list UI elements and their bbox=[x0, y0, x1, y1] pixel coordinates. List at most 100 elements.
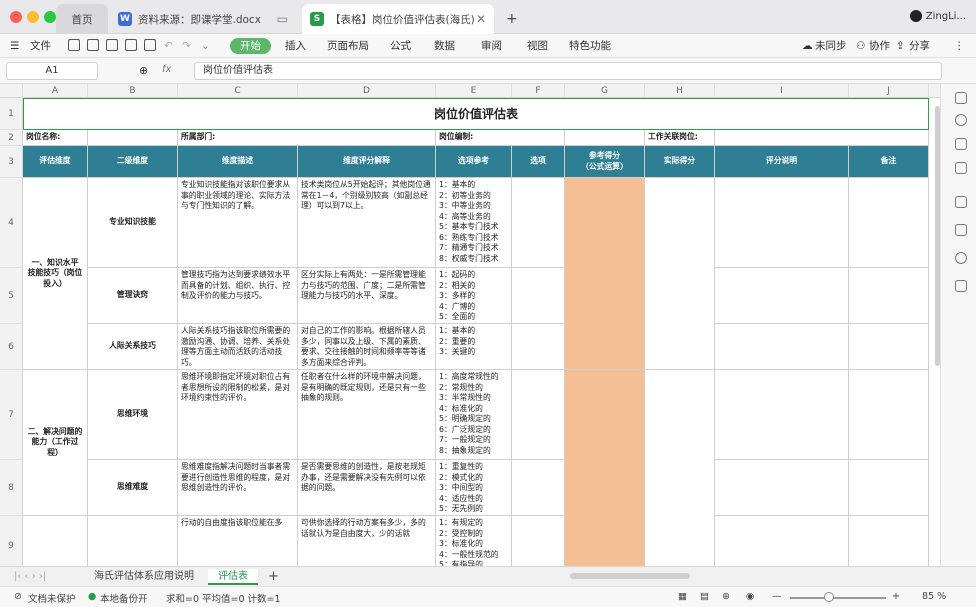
position-name-label[interactable]: 岗位名称: bbox=[23, 130, 88, 146]
menu-view[interactable]: 视图 bbox=[527, 38, 548, 54]
remarks-cell[interactable] bbox=[849, 178, 929, 268]
col-header[interactable]: D bbox=[298, 84, 436, 98]
header-dimension[interactable]: 评估维度 bbox=[23, 146, 88, 178]
ref-score-cell[interactable] bbox=[565, 370, 645, 566]
headcount-value[interactable] bbox=[565, 130, 645, 146]
actual-score-cell[interactable] bbox=[645, 178, 715, 370]
header-actual-score[interactable]: 实际得分 bbox=[645, 146, 715, 178]
col-header[interactable]: A bbox=[23, 84, 88, 98]
eye-protect-icon[interactable]: ◉ bbox=[746, 591, 754, 602]
ref-score-cell[interactable] bbox=[565, 178, 645, 370]
layers-icon[interactable] bbox=[955, 224, 967, 236]
print-icon[interactable] bbox=[125, 39, 137, 51]
dimension-knowledge[interactable]: 一、知识水平 技能技巧（岗位 投入） bbox=[23, 178, 88, 370]
option-cell[interactable] bbox=[512, 460, 565, 516]
option-ref-cell[interactable]: 1：基本的 2：重要的 3：关键的 bbox=[436, 324, 512, 370]
score-note-cell[interactable] bbox=[715, 516, 849, 566]
new-tab-button[interactable]: + bbox=[498, 4, 526, 34]
description-cell[interactable]: 思维环境即指定环境对职位占有者思想所设的限制的松紧，是对环境约束性的评价。 bbox=[178, 370, 298, 460]
col-header[interactable]: I bbox=[715, 84, 849, 98]
remarks-cell[interactable] bbox=[849, 324, 929, 370]
option-cell[interactable] bbox=[512, 370, 565, 460]
remarks-cell[interactable] bbox=[849, 516, 929, 566]
menu-formula[interactable]: 公式 bbox=[390, 38, 411, 54]
split-view-icon[interactable]: ⊕ bbox=[722, 591, 730, 602]
row-header[interactable]: 3 bbox=[0, 146, 23, 178]
filter-icon[interactable] bbox=[955, 196, 967, 208]
work-relation-label[interactable]: 工作关联岗位: bbox=[645, 130, 715, 146]
paint-icon[interactable] bbox=[955, 138, 967, 150]
col-header[interactable]: F bbox=[512, 84, 565, 98]
collab-button[interactable]: 协作 bbox=[869, 38, 890, 54]
sheet-tab-eval[interactable]: 评估表 bbox=[208, 569, 258, 585]
description-cell[interactable]: 人际关系技巧指该职位所需要的激励沟通、协调、培养、关系处理等方面主动而活跃的活动… bbox=[178, 324, 298, 370]
formula-input[interactable]: 岗位价值评估表 bbox=[194, 62, 942, 80]
scoring-explain-cell[interactable]: 对自己的工作的影响。根据所辖人员多少，同事以及上级、下属的素质、要求、交往接触的… bbox=[298, 324, 436, 370]
export-icon[interactable] bbox=[106, 39, 118, 51]
tab-docx[interactable]: W 资料来源：即课学堂.docx ▭ bbox=[110, 4, 296, 34]
row-header[interactable]: 7 bbox=[0, 370, 23, 460]
position-name-value[interactable] bbox=[88, 130, 178, 146]
select-all-corner[interactable] bbox=[0, 84, 23, 98]
col-header[interactable]: C bbox=[178, 84, 298, 98]
user-account[interactable]: ZingLi... bbox=[909, 10, 966, 22]
sub-dimension-cell[interactable]: 思维环境 bbox=[88, 370, 178, 460]
fx-icon[interactable]: fx bbox=[162, 64, 171, 75]
header-scoring-explain[interactable]: 维度评分解释 bbox=[298, 146, 436, 178]
col-header[interactable]: J bbox=[849, 84, 929, 98]
zoom-in-icon[interactable]: + bbox=[892, 591, 900, 602]
normal-view-icon[interactable]: ▦ bbox=[678, 591, 687, 602]
vertical-scrollbar[interactable] bbox=[935, 106, 940, 366]
tab-pin-icon[interactable]: ▭ bbox=[277, 12, 288, 26]
page-view-icon[interactable]: ▤ bbox=[700, 591, 709, 602]
sub-dimension-cell[interactable]: 专业知识技能 bbox=[88, 178, 178, 268]
preview-icon[interactable] bbox=[144, 39, 156, 51]
zoom-slider-thumb[interactable] bbox=[824, 592, 834, 602]
minimize-window-button[interactable] bbox=[27, 11, 39, 23]
add-sheet-button[interactable]: + bbox=[258, 569, 289, 585]
headcount-label[interactable]: 岗位编制: bbox=[436, 130, 565, 146]
settings-slider-icon[interactable] bbox=[955, 92, 967, 104]
row-header[interactable]: 8 bbox=[0, 460, 23, 516]
doc-protect-status[interactable]: 文档未保护 bbox=[28, 591, 76, 605]
menu-start[interactable]: 开始 bbox=[230, 38, 271, 54]
description-cell[interactable]: 管理技巧指为达到要求绩效水平而具备的计划、组织、执行、控制及评价的能力与技巧。 bbox=[178, 268, 298, 324]
close-tab-icon[interactable]: ✕ bbox=[476, 12, 486, 26]
sub-dimension-cell[interactable]: 人际关系技巧 bbox=[88, 324, 178, 370]
menu-data[interactable]: 数据 bbox=[434, 38, 455, 54]
redo-icon[interactable]: ↷ bbox=[182, 38, 191, 54]
shape-icon[interactable] bbox=[955, 162, 967, 174]
more-chevron-icon[interactable]: ⌄ bbox=[201, 38, 210, 54]
col-header[interactable]: G bbox=[565, 84, 645, 98]
scoring-explain-cell[interactable]: 技术类岗位从5开始起评；其他岗位通常在1－4，个别级别较高（如副总经理）可以到7… bbox=[298, 178, 436, 268]
row-header[interactable]: 4 bbox=[0, 178, 23, 268]
zoom-out-icon[interactable]: — bbox=[772, 591, 782, 602]
option-ref-cell[interactable]: 1：高度常规性的 2：常规性的 3：半常规性的 4：标准化的 5：明确规定的 6：广泛规定… bbox=[436, 370, 512, 460]
description-cell[interactable]: 思维难度指解决问题时当事者需要进行创造性思维的程度，是对思维创造性的评价。 bbox=[178, 460, 298, 516]
header-option[interactable]: 选项 bbox=[512, 146, 565, 178]
score-note-cell[interactable] bbox=[715, 178, 849, 268]
menu-page-layout[interactable]: 页面布局 bbox=[327, 38, 369, 54]
option-ref-cell[interactable]: 1：有规定的 2：受控制的 3：标准化的 4：一般性规范的 5：有指导的 bbox=[436, 516, 512, 566]
option-ref-cell[interactable]: 1：起码的 2：相关的 3：多样的 4：广博的 5：全面的 bbox=[436, 268, 512, 324]
option-cell[interactable] bbox=[512, 516, 565, 566]
department-label[interactable]: 所属部门: bbox=[178, 130, 436, 146]
col-header[interactable]: H bbox=[645, 84, 715, 98]
scoring-explain-cell[interactable]: 可供你选择的行动方案有多少，多的话就认为是自由度大，少的话就 bbox=[298, 516, 436, 566]
scoring-explain-cell[interactable]: 是否需要思维的创造性，是按老规矩办事，还是需要解决没有先例可以依据的问题。 bbox=[298, 460, 436, 516]
undo-icon[interactable]: ↶ bbox=[164, 38, 173, 54]
save-icon[interactable] bbox=[87, 39, 99, 51]
row-header[interactable]: 1 bbox=[0, 98, 23, 130]
work-relation-value[interactable] bbox=[715, 130, 929, 146]
sub-dimension-cell[interactable]: 管理诀窍 bbox=[88, 268, 178, 324]
score-note-cell[interactable] bbox=[715, 460, 849, 516]
tab-home[interactable]: 首页 bbox=[56, 4, 108, 34]
sub-dimension-cell[interactable]: 思维难度 bbox=[88, 460, 178, 516]
menu-review[interactable]: 审阅 bbox=[481, 38, 502, 54]
remarks-cell[interactable] bbox=[849, 268, 929, 324]
col-header[interactable]: B bbox=[88, 84, 178, 98]
row-header[interactable]: 2 bbox=[0, 130, 23, 146]
backup-status[interactable]: 本地备份开 bbox=[100, 591, 148, 605]
scoring-explain-cell[interactable]: 任职者在什么样的环境中解决问题，是有明确的既定规则，还是只有一些抽象的规则。 bbox=[298, 370, 436, 460]
zoom-slider[interactable] bbox=[790, 597, 886, 599]
